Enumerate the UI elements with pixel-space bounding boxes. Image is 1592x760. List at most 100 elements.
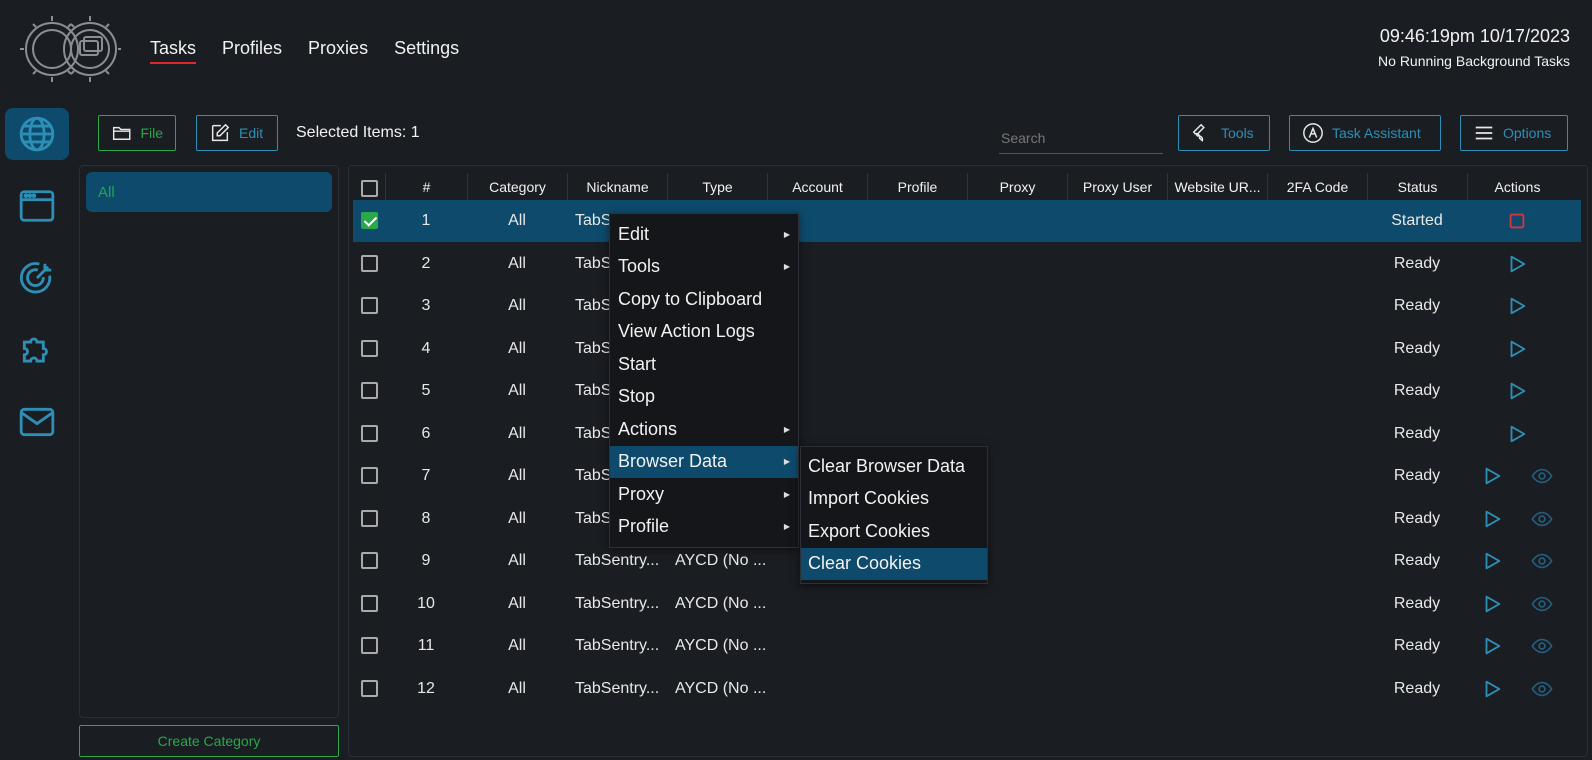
submenu-item-clear-cookies[interactable]: Clear Cookies <box>801 547 987 580</box>
table-row[interactable]: 2 All TabSe Ready <box>353 243 1581 285</box>
context-menu-item-profile[interactable]: Profile ▶ <box>610 511 798 544</box>
eye-icon[interactable] <box>1531 465 1553 487</box>
cell-number: 9 <box>421 552 431 569</box>
column-header[interactable]: Profile <box>867 173 967 201</box>
row-checkbox[interactable] <box>360 637 378 655</box>
play-icon[interactable] <box>1481 508 1503 530</box>
play-icon[interactable] <box>1506 338 1528 360</box>
edit-button[interactable]: Edit <box>196 115 278 151</box>
play-icon[interactable] <box>1506 380 1528 402</box>
column-header[interactable]: # <box>385 173 467 201</box>
column-header[interactable]: 2FA Code <box>1267 173 1367 201</box>
submenu-item-export-cookies[interactable]: Export Cookies <box>801 515 987 548</box>
play-icon[interactable] <box>1481 593 1503 615</box>
cell-number: 12 <box>417 680 435 697</box>
play-icon[interactable] <box>1481 635 1503 657</box>
eye-icon[interactable] <box>1531 635 1553 657</box>
column-header[interactable]: Website UR... <box>1167 173 1267 201</box>
cell-category: All <box>508 425 526 442</box>
rail-target-button[interactable] <box>5 252 69 304</box>
row-checkbox[interactable] <box>360 255 378 273</box>
table-row[interactable]: 11 All TabSentry... AYCD (No ... Ready <box>353 625 1581 667</box>
cell-category: All <box>508 297 526 314</box>
row-checkbox[interactable] <box>360 510 378 528</box>
row-actions <box>1467 423 1567 445</box>
rail-mail-button[interactable] <box>5 396 69 448</box>
column-header[interactable]: Account <box>767 173 867 201</box>
play-icon[interactable] <box>1506 295 1528 317</box>
task-assistant-button[interactable]: Task Assistant <box>1289 115 1441 151</box>
nav-settings[interactable]: Settings <box>394 38 459 64</box>
play-icon[interactable] <box>1481 465 1503 487</box>
table-row[interactable]: 12 All TabSentry... AYCD (No ... Ready <box>353 668 1581 710</box>
row-checkbox[interactable] <box>360 595 378 613</box>
submenu-item-import-cookies[interactable]: Import Cookies <box>801 483 987 516</box>
context-menu-item-copy-to-clipboard[interactable]: Copy to Clipboard <box>610 283 798 316</box>
context-menu-item-stop[interactable]: Stop <box>610 381 798 414</box>
play-icon[interactable] <box>1506 423 1528 445</box>
column-header[interactable]: Status <box>1367 173 1467 201</box>
stop-icon[interactable] <box>1506 210 1528 232</box>
play-icon[interactable] <box>1481 678 1503 700</box>
column-header[interactable]: Category <box>467 173 567 201</box>
row-checkbox[interactable] <box>360 552 378 570</box>
cell-category: All <box>508 552 526 569</box>
target-icon <box>19 262 52 294</box>
play-icon[interactable] <box>1481 550 1503 572</box>
row-checkbox[interactable] <box>360 467 378 485</box>
nav-proxies[interactable]: Proxies <box>308 38 368 64</box>
nav-tasks[interactable]: Tasks <box>150 38 197 64</box>
eye-icon[interactable] <box>1531 593 1553 615</box>
cell-status: Ready <box>1393 297 1441 314</box>
column-header[interactable]: Proxy User <box>1067 173 1167 201</box>
nav-profiles[interactable]: Profiles <box>222 38 282 64</box>
context-menu-item-browser-data[interactable]: Browser Data ▶ <box>610 445 798 478</box>
table-row[interactable]: 5 All TabSe Ready <box>353 370 1581 412</box>
category-item-all[interactable]: All <box>86 172 332 212</box>
context-menu-item-proxy[interactable]: Proxy ▶ <box>610 478 798 511</box>
column-header[interactable]: Nickname <box>567 173 667 201</box>
cell-number: 5 <box>421 382 431 399</box>
row-actions <box>1467 678 1567 700</box>
cell-actions <box>1467 295 1567 317</box>
context-menu-item-start[interactable]: Start <box>610 348 798 381</box>
context-menu-item-label: Start <box>618 353 657 374</box>
row-checkbox[interactable] <box>360 382 378 400</box>
submenu-item-clear-browser-data[interactable]: Clear Browser Data <box>801 450 987 483</box>
play-icon[interactable] <box>1506 253 1528 275</box>
eye-icon[interactable] <box>1531 550 1553 572</box>
column-header[interactable]: Actions <box>1467 173 1567 201</box>
table-row[interactable]: 4 All TabSe Ready <box>353 328 1581 370</box>
row-checkbox[interactable] <box>360 340 378 358</box>
eye-icon[interactable] <box>1531 678 1553 700</box>
row-checkbox[interactable] <box>360 425 378 443</box>
rail-tasks-button[interactable] <box>5 108 69 160</box>
row-checkbox[interactable] <box>360 297 378 315</box>
file-button[interactable]: File <box>98 115 176 151</box>
table-row[interactable]: 10 All TabSentry... AYCD (No ... Ready <box>353 583 1581 625</box>
create-category-button[interactable]: Create Category <box>79 725 339 757</box>
context-menu-item-actions[interactable]: Actions ▶ <box>610 413 798 446</box>
rail-extensions-button[interactable] <box>5 324 69 376</box>
select-all-checkbox[interactable] <box>360 179 378 197</box>
column-header[interactable]: Type <box>667 173 767 201</box>
search-input[interactable] <box>999 123 1163 154</box>
table-row[interactable]: 3 All TabSe Ready <box>353 285 1581 327</box>
context-menu-item-edit[interactable]: Edit ▶ <box>610 218 798 251</box>
cell-nickname: TabSentry... <box>575 680 660 697</box>
eye-icon[interactable] <box>1531 508 1553 530</box>
table-row[interactable]: 1 All TabSe Started <box>353 200 1581 242</box>
options-button[interactable]: Options <box>1460 115 1568 151</box>
cell-number: 1 <box>421 212 431 229</box>
context-menu-item-view-action-logs[interactable]: View Action Logs <box>610 316 798 349</box>
options-button-label: Options <box>1503 125 1552 141</box>
rail-browser-button[interactable] <box>5 180 69 232</box>
cell-status: Ready <box>1393 255 1441 272</box>
cell-status: Ready <box>1393 637 1441 654</box>
clock: 09:46:19pm 10/17/2023 <box>1379 26 1570 46</box>
row-checkbox[interactable] <box>360 680 378 698</box>
tools-button[interactable]: Tools <box>1178 115 1270 151</box>
column-header[interactable]: Proxy <box>967 173 1067 201</box>
context-menu-item-tools[interactable]: Tools ▶ <box>610 251 798 284</box>
row-checkbox[interactable] <box>360 212 378 230</box>
